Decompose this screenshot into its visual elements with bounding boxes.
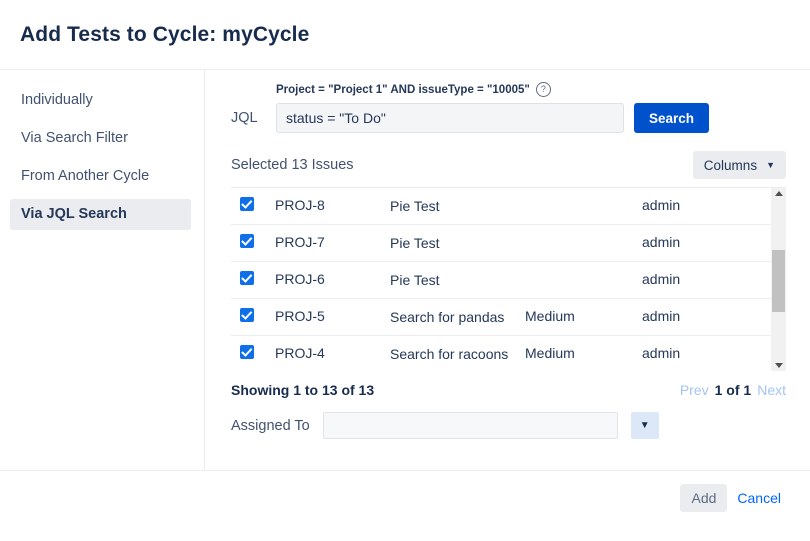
search-button[interactable]: Search <box>634 103 710 133</box>
assigned-to-input[interactable] <box>322 412 618 439</box>
scrollbar-thumb[interactable] <box>772 250 785 312</box>
assigned-to-row: Assigned To ▼ <box>231 412 786 439</box>
issue-summary: Search for pandas <box>390 309 505 325</box>
jql-hint: Project = "Project 1" AND issueType = "1… <box>276 82 786 97</box>
issue-summary: Search for racoons <box>390 346 509 362</box>
issue-summary: Pie Test <box>390 198 440 214</box>
row-checkbox-cell[interactable] <box>231 345 275 364</box>
issue-key: PROJ-4 <box>275 345 325 361</box>
issues-table-scroll-area: PROJ-8 Pie Test admin PROJ-7 Pie Test ad… <box>231 188 771 371</box>
issue-priority: Medium <box>525 308 575 324</box>
pagination-bar: Showing 1 to 13 of 13 Prev 1 of 1 Next <box>231 382 786 398</box>
issue-key: PROJ-6 <box>275 271 325 287</box>
row-checkbox-cell[interactable] <box>231 271 275 290</box>
columns-dropdown[interactable]: Columns ▼ <box>692 151 786 179</box>
content-panel: Project = "Project 1" AND issueType = "1… <box>205 70 810 470</box>
question-circle-icon[interactable]: ? <box>535 82 551 97</box>
table-row[interactable]: PROJ-6 Pie Test admin <box>231 262 771 299</box>
issue-assignee: admin <box>642 234 681 250</box>
page-title: Add Tests to Cycle: myCycle <box>20 22 310 46</box>
sidebar-item-via-jql-search[interactable]: Via JQL Search <box>10 199 191 230</box>
checkbox-checked-icon[interactable] <box>240 197 254 211</box>
cancel-button[interactable]: Cancel <box>732 484 786 512</box>
jql-input[interactable] <box>276 103 624 133</box>
dialog-header: Add Tests to Cycle: myCycle <box>0 0 810 70</box>
row-checkbox-cell[interactable] <box>231 197 275 216</box>
pager: Prev 1 of 1 Next <box>680 382 786 398</box>
sidebar-item-from-another-cycle[interactable]: From Another Cycle <box>10 161 191 192</box>
table-row[interactable]: PROJ-8 Pie Test admin <box>231 188 771 225</box>
assigned-to-label: Assigned To <box>231 417 310 434</box>
issue-assignee: admin <box>642 271 681 287</box>
sidebar-item-via-search-filter[interactable]: Via Search Filter <box>10 123 191 154</box>
selected-issues-count: Selected 13 Issues <box>231 157 354 173</box>
issue-priority: Medium <box>525 345 575 361</box>
add-button[interactable]: Add <box>680 484 728 512</box>
current-page-text: 1 of 1 <box>714 382 752 398</box>
table-row[interactable]: PROJ-5 Search for pandas Medium admin <box>231 299 771 336</box>
checkbox-checked-icon[interactable] <box>240 271 254 285</box>
row-checkbox-cell[interactable] <box>231 234 275 253</box>
issue-assignee: admin <box>642 308 681 324</box>
table-row[interactable]: PROJ-4 Search for racoons Medium admin <box>231 336 771 371</box>
prev-page-link[interactable]: Prev <box>680 382 709 398</box>
chevron-down-icon: ▼ <box>639 420 650 431</box>
issue-summary: Pie Test <box>390 235 440 251</box>
results-toolbar: Selected 13 Issues Columns ▼ <box>231 151 786 179</box>
issue-summary: Pie Test <box>390 272 440 288</box>
issues-table-scrollbar[interactable] <box>771 188 786 371</box>
checkbox-checked-icon[interactable] <box>240 234 254 248</box>
assigned-to-dropdown-button[interactable]: ▼ <box>630 412 659 439</box>
dialog-footer: Add Cancel <box>0 470 810 541</box>
sidebar-item-individually[interactable]: Individually <box>10 85 191 116</box>
issue-assignee: admin <box>642 345 681 361</box>
checkbox-checked-icon[interactable] <box>240 308 254 322</box>
columns-label: Columns <box>703 157 758 173</box>
add-tests-dialog: Add Tests to Cycle: myCycle Individually… <box>0 0 810 541</box>
issue-key: PROJ-7 <box>275 234 325 250</box>
scroll-up-arrow-icon[interactable] <box>774 191 783 196</box>
issue-assignee: admin <box>642 197 681 213</box>
jql-row: JQL Search <box>231 103 786 133</box>
issue-key: PROJ-8 <box>275 197 325 213</box>
issues-table: PROJ-8 Pie Test admin PROJ-7 Pie Test ad… <box>231 187 786 371</box>
dialog-body: Individually Via Search Filter From Anot… <box>0 70 810 470</box>
sidebar: Individually Via Search Filter From Anot… <box>0 70 205 470</box>
jql-label: JQL <box>231 110 258 126</box>
issue-key: PROJ-5 <box>275 308 325 324</box>
scroll-down-arrow-icon[interactable] <box>774 363 783 368</box>
showing-range-text: Showing 1 to 13 of 13 <box>231 382 375 398</box>
next-page-link[interactable]: Next <box>757 382 786 398</box>
jql-hint-text: Project = "Project 1" AND issueType = "1… <box>276 83 530 96</box>
table-row[interactable]: PROJ-7 Pie Test admin <box>231 225 771 262</box>
row-checkbox-cell[interactable] <box>231 308 275 327</box>
checkbox-checked-icon[interactable] <box>240 345 254 359</box>
chevron-down-icon: ▼ <box>766 159 775 170</box>
